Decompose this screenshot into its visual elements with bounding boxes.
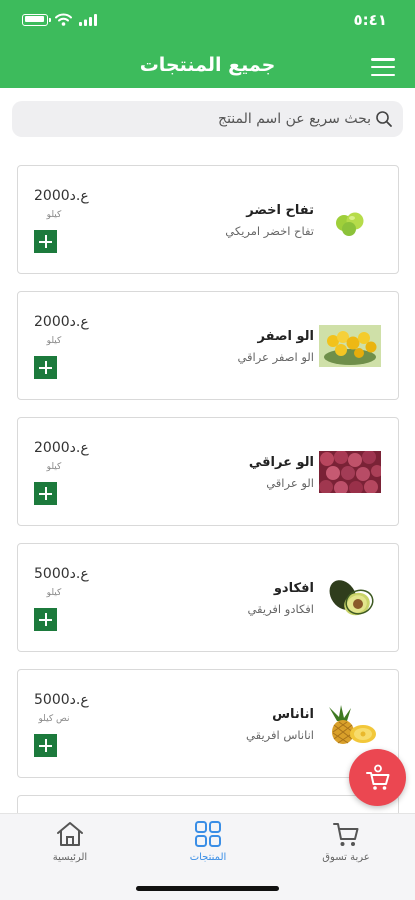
nav-home[interactable]: الرئيسية (25, 820, 115, 878)
add-to-cart-button[interactable] (34, 356, 57, 379)
product-description: تفاح اخضر امريكي (225, 224, 314, 238)
menu-button[interactable] (371, 58, 395, 76)
floating-cart-button[interactable] (349, 749, 406, 806)
page-title: جميع المنتجات (139, 54, 276, 76)
product-list: تفاح اخضر تفاح اخضر امريكي ع.د2000 كيلو … (17, 165, 399, 900)
product-price: ع.د2000 (34, 440, 89, 456)
wifi-icon (55, 13, 72, 26)
nav-products-label: المنتجات (189, 852, 227, 863)
avocado-image (319, 577, 381, 619)
product-price: ع.د5000 (34, 566, 89, 582)
add-to-cart-button[interactable] (34, 482, 57, 505)
product-unit: كيلو (46, 210, 62, 220)
battery-icon (22, 13, 51, 26)
product-card[interactable]: تفاح اخضر تفاح اخضر امريكي ع.د2000 كيلو (17, 165, 399, 274)
nav-cart[interactable]: عربة تسوق (301, 820, 391, 878)
product-description: افكادو افريقي (247, 602, 314, 616)
product-description: اناناس افريقي (246, 728, 314, 742)
add-to-cart-button[interactable] (34, 608, 57, 631)
product-name: اناناس (272, 707, 314, 722)
product-unit: نص كيلو (38, 714, 70, 724)
product-unit: كيلو (46, 588, 62, 598)
product-description: الو اصفر عراقي (237, 350, 314, 364)
product-name: افكادو (273, 581, 314, 596)
status-bar: ٥:٤١ (0, 0, 415, 44)
search-input[interactable] (22, 111, 375, 127)
product-card[interactable]: الو اصفر الو اصفر عراقي ع.د2000 كيلو (17, 291, 399, 400)
home-icon (57, 822, 83, 846)
signal-icon (79, 13, 97, 26)
product-unit: كيلو (46, 336, 62, 346)
product-price: ع.د2000 (34, 314, 89, 330)
yellow-plums-image (319, 325, 381, 367)
app-header: ٥:٤١ جميع المنتجات (0, 0, 415, 88)
nav-products[interactable]: المنتجات (163, 820, 253, 878)
product-price: ع.د2000 (34, 188, 89, 204)
product-price: ع.د5000 (34, 692, 89, 708)
home-indicator (136, 886, 279, 891)
product-card[interactable]: اناناس اناناس افريقي ع.د5000 نص كيلو (17, 669, 399, 778)
product-card[interactable]: الو عراقي الو عراقي ع.د2000 كيلو (17, 417, 399, 526)
grid-icon (195, 821, 221, 847)
status-time: ٥:٤١ (353, 11, 387, 29)
menu-icon (371, 58, 395, 61)
shopping-cart-icon (333, 823, 359, 846)
status-icons (22, 13, 97, 26)
search-icon (376, 111, 392, 127)
product-card[interactable]: افكادو افكادو افريقي ع.د5000 كيلو (17, 543, 399, 652)
pineapple-image (319, 703, 381, 745)
product-name: الو اصفر (257, 329, 314, 344)
product-name: الو عراقي (248, 455, 314, 470)
product-name: تفاح اخضر (246, 203, 314, 218)
nav-home-label: الرئيسية (52, 852, 88, 863)
red-plums-image (319, 451, 381, 493)
product-unit: كيلو (46, 462, 62, 472)
cart-icon (365, 764, 389, 790)
add-to-cart-button[interactable] (34, 734, 57, 757)
product-description: الو عراقي (266, 476, 314, 490)
add-to-cart-button[interactable] (34, 230, 57, 253)
green-apples-image (319, 199, 381, 241)
search-bar[interactable] (12, 101, 403, 137)
nav-cart-label: عربة تسوق (322, 852, 370, 863)
